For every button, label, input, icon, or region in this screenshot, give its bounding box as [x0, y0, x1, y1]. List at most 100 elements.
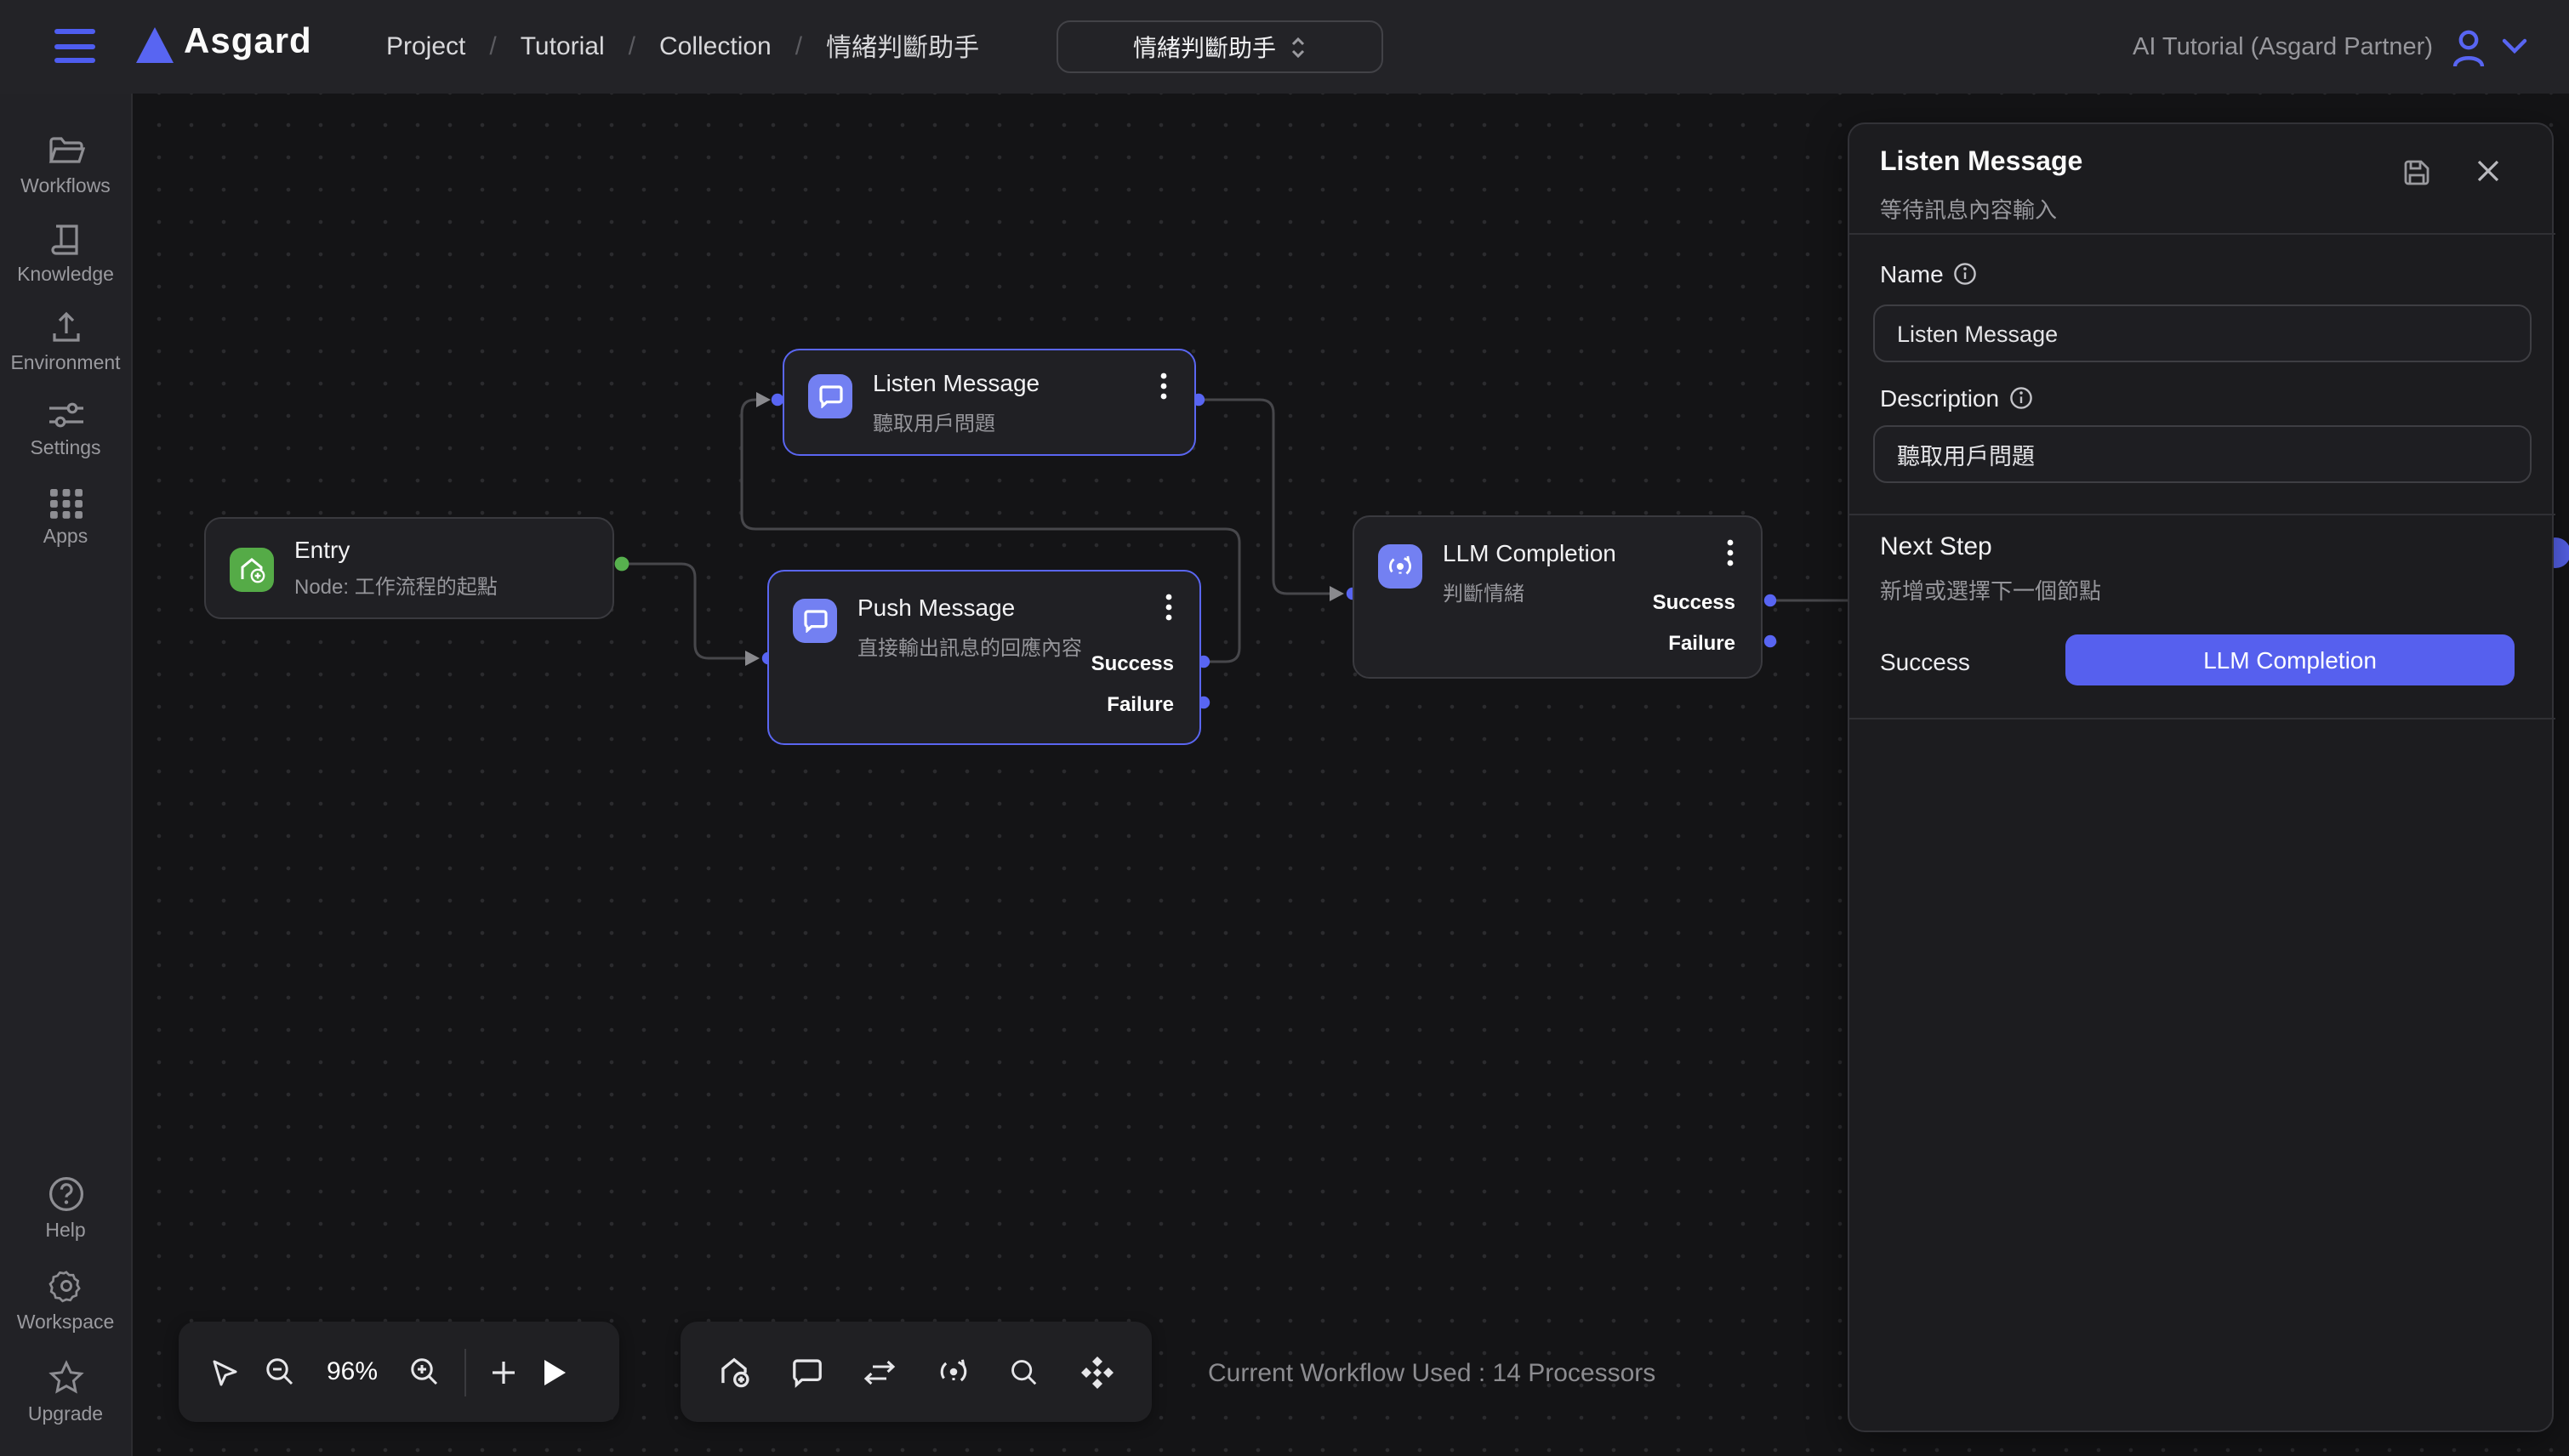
- message-node-icon: [790, 1356, 823, 1387]
- sidebar-item-apps[interactable]: Apps: [0, 485, 132, 548]
- zoom-in-icon: [408, 1356, 441, 1388]
- port-label-failure[interactable]: Failure: [1668, 631, 1735, 655]
- node-push-message[interactable]: Push Message 直接輸出訊息的回應內容 Success Failure: [767, 570, 1201, 745]
- save-icon[interactable]: [2402, 158, 2431, 187]
- add-button[interactable]: [490, 1322, 517, 1422]
- description-input[interactable]: [1873, 425, 2532, 483]
- toolbar-divider: [464, 1348, 466, 1396]
- swap-arrows-icon: [863, 1358, 897, 1385]
- llm-completion-node-icon: [1378, 544, 1422, 589]
- sidebar-item-help[interactable]: Help: [0, 1175, 132, 1242]
- account-label: AI Tutorial (Asgard Partner): [2133, 0, 2433, 94]
- push-message-node-icon: [793, 599, 837, 643]
- entry-node-icon: [718, 1356, 750, 1388]
- star-icon: [47, 1359, 84, 1396]
- node-llm-completion[interactable]: LLM Completion 判斷情緒 Success Failure: [1353, 515, 1763, 679]
- breadcrumb-separator: /: [795, 32, 802, 61]
- zoom-out-button[interactable]: [264, 1322, 296, 1422]
- arrange-nodes-button[interactable]: [1080, 1322, 1114, 1422]
- llm-node-icon: [937, 1356, 970, 1388]
- sidebar-item-label: Environment: [10, 354, 120, 374]
- workflow-usage-status: Current Workflow Used : 14 Processors: [1208, 1335, 1655, 1410]
- node-entry[interactable]: Entry Node: 工作流程的起點: [204, 517, 614, 619]
- node-subtitle: 聽取用戶問題: [873, 408, 995, 437]
- breadcrumb-separator: /: [629, 32, 635, 61]
- workflow-select[interactable]: 情緒判斷助手: [1057, 20, 1383, 73]
- node-menu-kebab-icon[interactable]: [1155, 592, 1182, 623]
- add-llm-node-button[interactable]: [937, 1322, 970, 1422]
- description-label-text: Description: [1880, 384, 1999, 412]
- info-icon: [2009, 386, 2033, 410]
- panel-divider: [1849, 233, 2555, 235]
- node-listen-message[interactable]: Listen Message 聽取用戶問題: [783, 349, 1196, 456]
- top-bar: Asgard Project / Tutorial / Collection /…: [0, 0, 2569, 94]
- llm-failure-port: [1764, 635, 1776, 647]
- node-menu-kebab-icon[interactable]: [1717, 537, 1744, 568]
- sidebar-item-workspace[interactable]: Workspace: [0, 1267, 132, 1334]
- name-field-label: Name: [1880, 260, 1978, 287]
- breadcrumb-separator: /: [489, 32, 496, 61]
- sidebar-item-label: Workspace: [17, 1313, 115, 1334]
- port-label-failure[interactable]: Failure: [1107, 692, 1174, 716]
- next-step-target-button[interactable]: LLM Completion: [2065, 634, 2515, 685]
- panel-title: Listen Message: [1880, 148, 2082, 179]
- folder-icon: [47, 134, 84, 168]
- sidebar-footer-nav: Help Workspace Upgrade: [0, 1135, 131, 1456]
- plus-icon: [490, 1358, 517, 1385]
- sidebar-item-workflows[interactable]: Workflows: [0, 134, 132, 197]
- entry-output-port: [615, 557, 629, 572]
- node-title: LLM Completion: [1443, 539, 1616, 566]
- node-title: Push Message: [857, 594, 1015, 621]
- sidebar-item-label: Settings: [30, 439, 100, 459]
- sidebar-item-environment[interactable]: Environment: [0, 311, 132, 374]
- hamburger-menu-icon[interactable]: [54, 29, 95, 63]
- zoom-level: 96%: [320, 1357, 384, 1386]
- close-icon[interactable]: [2475, 158, 2501, 184]
- add-message-node-button[interactable]: [790, 1322, 823, 1422]
- port-label-success[interactable]: Success: [1091, 651, 1174, 675]
- entry-node-icon: [230, 548, 274, 592]
- port-label-success[interactable]: Success: [1653, 590, 1735, 614]
- select-chevrons-icon: [1290, 33, 1307, 60]
- search-nodes-button[interactable]: [1010, 1322, 1040, 1422]
- breadcrumb-project[interactable]: Project: [386, 32, 465, 61]
- zoom-in-button[interactable]: [408, 1322, 441, 1422]
- name-input[interactable]: [1873, 304, 2532, 362]
- sidebar-item-label: Workflows: [20, 177, 111, 197]
- left-sidebar: Workflows Knowledge Environment: [0, 94, 133, 1456]
- run-workflow-button[interactable]: [541, 1322, 568, 1422]
- account-chevron-down-icon[interactable]: [2501, 37, 2528, 54]
- move-diamonds-icon: [1080, 1355, 1114, 1389]
- breadcrumb-current-workflow: 情緒判斷助手: [826, 29, 979, 65]
- sidebar-item-upgrade[interactable]: Upgrade: [0, 1359, 132, 1425]
- add-entry-node-button[interactable]: [718, 1322, 750, 1422]
- breadcrumb-tutorial[interactable]: Tutorial: [521, 32, 605, 61]
- next-step-subtitle: 新增或選擇下一個節點: [1880, 573, 2101, 606]
- sidebar-item-label: Upgrade: [28, 1405, 103, 1425]
- sidebar-item-label: Help: [45, 1221, 85, 1242]
- sidebar-item-knowledge[interactable]: Knowledge: [0, 223, 132, 286]
- gear-icon: [47, 1267, 84, 1305]
- pointer-tool-button[interactable]: [209, 1322, 240, 1422]
- panel-divider: [1849, 718, 2555, 719]
- listen-message-node-icon: [808, 374, 852, 418]
- asgard-logo-text: Asgard: [184, 22, 312, 63]
- canvas-zoom-toolbar: 96%: [179, 1322, 619, 1422]
- user-avatar-icon[interactable]: [2450, 27, 2487, 68]
- node-subtitle: 直接輸出訊息的回應內容: [857, 633, 1082, 662]
- node-subtitle: 判斷情緒: [1443, 578, 1524, 607]
- sidebar-main-nav: Workflows Knowledge Environment: [0, 94, 131, 548]
- book-icon: [48, 223, 83, 257]
- sidebar-item-settings[interactable]: Settings: [0, 400, 132, 459]
- node-menu-kebab-icon[interactable]: [1150, 371, 1177, 401]
- cursor-icon: [209, 1356, 240, 1387]
- info-icon: [1954, 262, 1978, 286]
- node-title: Entry: [294, 536, 350, 563]
- panel-subtitle: 等待訊息內容輸入: [1880, 192, 2057, 225]
- next-step-title: Next Step: [1880, 532, 1992, 561]
- name-label-text: Name: [1880, 260, 1944, 287]
- add-switch-node-button[interactable]: [863, 1322, 897, 1422]
- breadcrumb-collection[interactable]: Collection: [659, 32, 772, 61]
- node-subtitle: Node: 工作流程的起點: [294, 572, 498, 600]
- panel-divider: [1849, 514, 2555, 515]
